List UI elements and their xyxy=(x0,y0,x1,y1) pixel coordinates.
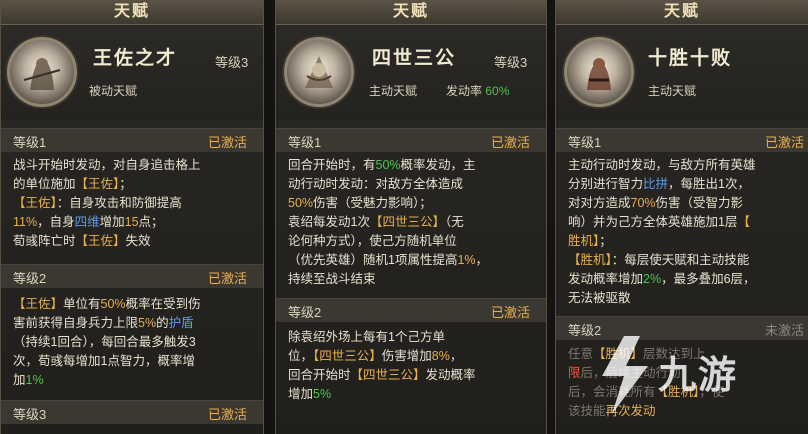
watermark-logo-icon xyxy=(602,336,648,414)
section-body-level1: 回合开始时，有50%概率发动，主 动行动时发动：对敌方全体造成 50%伤害（受魅… xyxy=(288,156,488,289)
desc-line: 增加5% xyxy=(288,387,332,401)
talent-header: 王佐之才 等级3 被动天赋 xyxy=(1,25,263,120)
desc-line: 回合开始时【四世三公】发动概率 xyxy=(288,368,476,382)
section-status: 已激活 xyxy=(207,135,247,150)
desc-line: 加1% xyxy=(13,373,44,387)
desc-line: （持续1回合），每回合最多触发3 xyxy=(13,335,196,349)
talent-avatar-icon xyxy=(564,37,634,107)
desc-line: 主动行动时发动，与敌方所有英雄 xyxy=(568,158,756,172)
section-header-level3: 等级3 已激活 xyxy=(1,400,263,424)
section-body-level1: 战斗开始时发动，对自身追击格上 的单位施加【王佐】； 【王佐】：自身攻击和防御提… xyxy=(13,156,201,251)
section-body-level2: 除袁绍外场上每有1个己方单 位，【四世三公】伤害增加8%， 回合开始时【四世三公… xyxy=(288,328,476,404)
desc-line: 50%伤害（受魅力影响）； xyxy=(288,196,432,210)
desc-line: 11%，自身四维增加15点； xyxy=(13,215,164,229)
talent-header: 四世三公 等级3 主动天赋 发动率 60% xyxy=(276,25,546,120)
desc-line: 次，荀彧每增加1点智力，概率增 xyxy=(13,354,195,368)
desc-line: 响）并为己方全体英雄施加1层【 xyxy=(568,215,750,229)
section-body-level2: 【王佐】单位有50%概率在受到伤 害前获得自身兵力上限5%的护盾 （持续1回合）… xyxy=(13,295,201,390)
talent-type: 主动天赋 xyxy=(369,84,418,98)
section-header-level1: 等级1 已激活 xyxy=(556,128,808,152)
talent-tab[interactable]: 天赋 xyxy=(556,0,808,25)
section-level: 等级1 xyxy=(568,135,602,150)
section-status: 已激活 xyxy=(490,305,530,320)
talent-header: 十胜十败 主动天赋 xyxy=(556,25,808,120)
section-header-level1: 等级1 已激活 xyxy=(276,128,546,152)
desc-line: （优先英雄）随机1项属性提高1%， xyxy=(288,253,489,267)
talent-level: 等级3 xyxy=(494,55,528,70)
desc-line: 对对方造成70%伤害（受智力影 xyxy=(568,196,744,210)
desc-line: 战斗开始时发动，对自身追击格上 xyxy=(13,158,201,172)
desc-line: 害前获得自身兵力上限5%的护盾 xyxy=(13,316,194,330)
trigger-rate: 发动率 60% xyxy=(446,82,509,99)
desc-line: 【王佐】单位有50%概率在受到伤 xyxy=(13,297,201,311)
watermark-brand: 九游 xyxy=(658,355,739,397)
talent-name: 王佐之才 xyxy=(93,48,178,69)
talent-avatar-icon xyxy=(284,37,354,107)
desc-line: 【胜机】：每层使天赋和主动技能 xyxy=(568,253,750,267)
desc-line: 发动概率增加2%，最多叠加6层， xyxy=(568,272,756,286)
talent-name: 四世三公 xyxy=(372,48,457,69)
talent-name: 十胜十败 xyxy=(648,48,733,69)
desc-line: 位，【四世三公】伤害增加8%， xyxy=(288,349,463,363)
trigger-rate-value: 60% xyxy=(485,84,510,98)
section-level: 等级2 xyxy=(13,271,47,286)
section-level: 等级2 xyxy=(288,305,322,320)
talent-panel-sishisangong: 天赋 四世三公 等级3 主动天赋 发动率 60% 等级1 已激活 回合开始时，有… xyxy=(275,0,547,434)
talent-tab[interactable]: 天赋 xyxy=(276,0,546,25)
talent-tab[interactable]: 天赋 xyxy=(1,0,263,25)
section-level: 等级1 xyxy=(288,135,322,150)
desc-line: 胜机】； xyxy=(568,234,612,248)
talent-avatar-icon xyxy=(7,37,77,107)
section-header-level2: 等级2 已激活 xyxy=(1,264,263,288)
desc-line: 无法被驱散 xyxy=(568,291,631,305)
talent-type: 主动天赋 xyxy=(648,84,697,98)
desc-line: 论何种方式），使己方随机单位 xyxy=(288,234,457,248)
section-header-level2: 等级2 已激活 xyxy=(276,298,546,322)
watermark: 九游 xyxy=(590,330,805,420)
section-level: 等级1 xyxy=(13,135,47,150)
trigger-rate-label: 发动率 xyxy=(446,84,483,98)
section-status: 已激活 xyxy=(764,135,804,150)
desc-line: 分别进行智力比拼，每胜出1次， xyxy=(568,177,750,191)
desc-line: 持续至战斗结束 xyxy=(288,272,376,286)
section-body-level1: 主动行动时发动，与敌方所有英雄 分别进行智力比拼，每胜出1次， 对对方造成70%… xyxy=(568,156,756,308)
section-header-level1: 等级1 已激活 xyxy=(1,128,263,152)
desc-line: 动行动时发动：对敌方全体造成 xyxy=(288,177,464,191)
desc-line: 【王佐】：自身攻击和防御提高 xyxy=(13,196,182,210)
desc-line: 回合开始时，有50%概率发动，主 xyxy=(288,158,476,172)
desc-line: 荀彧阵亡时【王佐】失效 xyxy=(13,234,151,248)
desc-line: 除袁绍外场上每有1个己方单 xyxy=(288,330,445,344)
talent-type: 被动天赋 xyxy=(89,84,138,98)
talent-panel-wangzuo: 天赋 王佐之才 等级3 被动天赋 等级1 已激活 战斗开始时发动，对自身追击格上… xyxy=(0,0,264,434)
desc-line: 袁绍每发动1次【四世三公】（无 xyxy=(288,215,464,229)
section-level: 等级3 xyxy=(13,407,47,422)
section-status: 已激活 xyxy=(490,135,530,150)
desc-line: 的单位施加【王佐】； xyxy=(13,177,132,191)
section-status: 已激活 xyxy=(207,407,247,422)
talent-level: 等级3 xyxy=(215,55,249,70)
section-status: 已激活 xyxy=(207,271,247,286)
